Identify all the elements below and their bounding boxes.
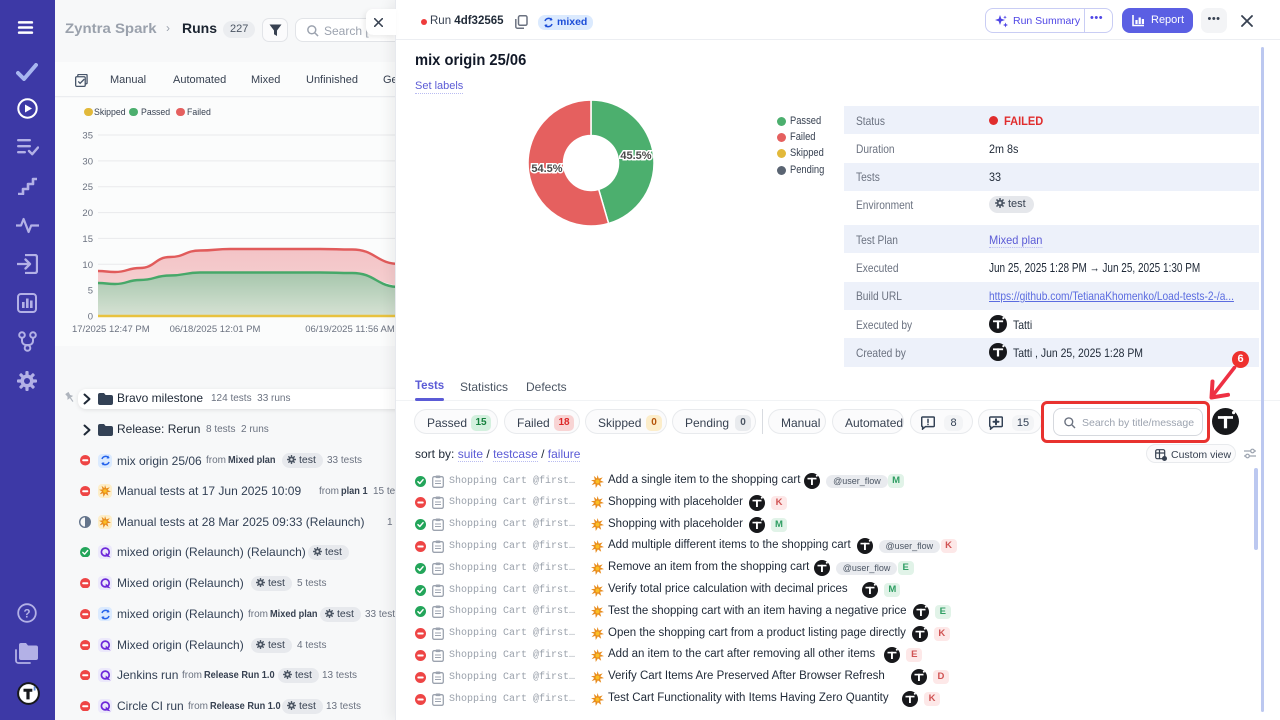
svg-text:10: 10 xyxy=(82,260,93,271)
svg-text:?: ? xyxy=(23,609,30,621)
svg-text:17/2025 12:47 PM: 17/2025 12:47 PM xyxy=(72,324,150,335)
svg-text:15: 15 xyxy=(82,234,93,245)
svg-text:0: 0 xyxy=(88,312,93,323)
svg-text:25: 25 xyxy=(82,182,93,193)
svg-text:5: 5 xyxy=(88,286,93,297)
svg-text:35: 35 xyxy=(82,131,93,142)
svg-text:06/19/2025 11:56 AM: 06/19/2025 11:56 AM xyxy=(305,324,395,335)
svg-text:45.5%: 45.5% xyxy=(620,150,651,162)
svg-text:06/18/2025 12:01 PM: 06/18/2025 12:01 PM xyxy=(170,324,261,335)
svg-text:30: 30 xyxy=(82,156,93,167)
svg-text:54.5%: 54.5% xyxy=(531,163,562,175)
svg-text:20: 20 xyxy=(82,208,93,219)
